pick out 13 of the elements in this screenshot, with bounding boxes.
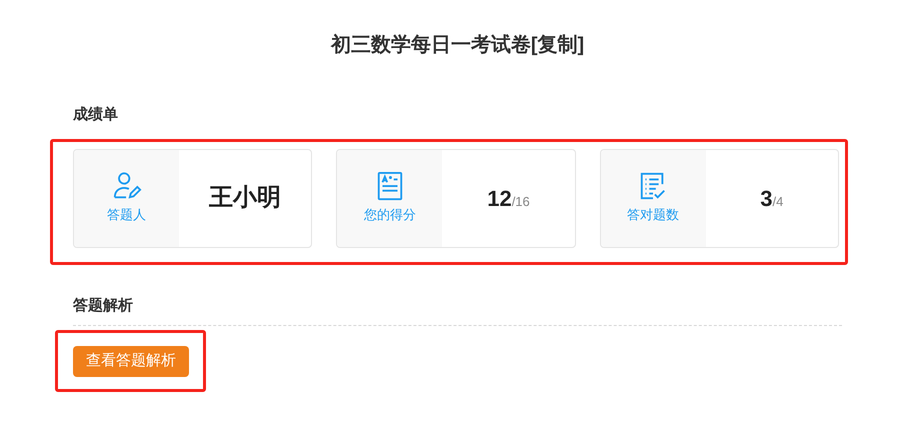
- page-title: 初三数学每日一考试卷[复制]: [330, 32, 586, 58]
- section-heading: 成绩单: [73, 105, 119, 125]
- card-label: 答题人: [107, 206, 146, 224]
- section-heading: 答题解析: [73, 294, 842, 326]
- card-label: 答对题数: [627, 206, 680, 224]
- card-total: /4: [772, 194, 784, 208]
- card-total: /16: [512, 194, 530, 208]
- view-analysis-button[interactable]: 查看答题解析: [73, 346, 189, 376]
- person-pen-icon: [112, 171, 142, 202]
- card-value: 12: [487, 186, 512, 210]
- card-value: 3: [760, 186, 773, 210]
- card-label: 您的得分: [364, 206, 416, 224]
- card-value: 王小明: [209, 183, 282, 213]
